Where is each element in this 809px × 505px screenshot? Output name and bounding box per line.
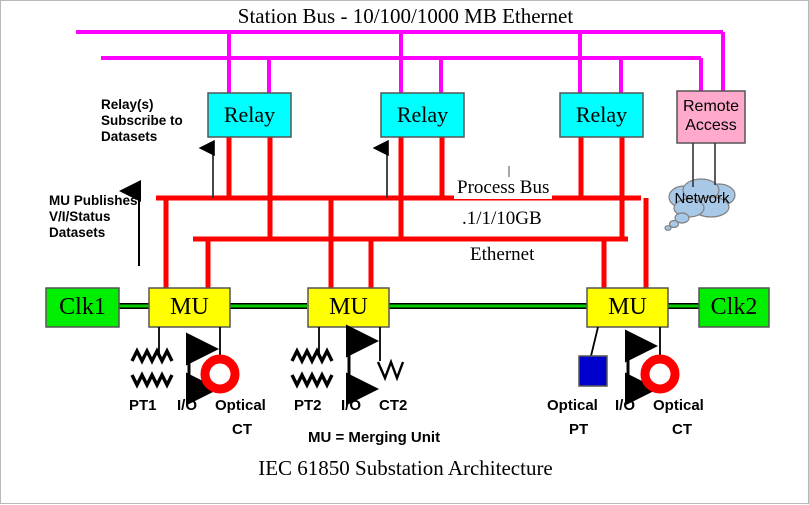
diagram-canvas: Station Bus - 10/100/1000 MB Ethernet Re…: [0, 0, 809, 504]
pt2-coil-upper: [290, 347, 334, 365]
optical-ct3-label-line2: CT: [672, 421, 692, 438]
merging-unit-legend: MU = Merging Unit: [308, 429, 441, 446]
ct2-symbol: [376, 358, 405, 382]
pt2-coil-lower: [290, 371, 334, 389]
io3-label: I/O: [615, 397, 636, 414]
pt2-symbol: [290, 347, 334, 389]
optical-ct3-ring: [640, 354, 680, 394]
relay-subscribe-note: Relay(s) Subscribe to Datasets: [101, 97, 183, 144]
cloud-tail-3: [664, 225, 672, 231]
mu2-box: [307, 287, 390, 328]
io1-label: I/O: [177, 397, 198, 414]
mu1-box: [148, 287, 231, 328]
optical-pt-label-line1: Optical: [547, 397, 598, 414]
diagram-caption: IEC 61850 Substation Architecture: [258, 456, 553, 480]
process-bus-label-line3: Ethernet: [467, 244, 538, 267]
relay2-box: [380, 92, 465, 138]
ct2-label: CT2: [379, 397, 408, 414]
mu-publish-note: MU Publishes V/I/Status Datasets: [49, 193, 138, 240]
process-bus-network: [156, 136, 649, 288]
io2-label: I/O: [341, 397, 362, 414]
clk2-box: [698, 287, 770, 328]
process-bus-label-line2: .1/1/10GB: [459, 208, 545, 231]
relay-boxes: [207, 92, 644, 138]
relay-subscribe-arrows: [198, 139, 389, 198]
relay1-box: [207, 92, 292, 138]
optical-ct1-label-line1: Optical: [215, 397, 266, 414]
optical-pt-symbol: [578, 355, 608, 387]
optical-ct1-label-line2: CT: [232, 421, 252, 438]
optical-ct1-ring: [200, 354, 240, 394]
pt1-symbol: [130, 347, 174, 389]
clk1-box: [45, 287, 120, 328]
optical-ct3-label-line1: Optical: [653, 397, 704, 414]
pt2-label: PT2: [294, 397, 322, 414]
relay3-box: [559, 92, 644, 138]
pt1-coil-upper: [130, 347, 174, 365]
mu3-box: [586, 287, 669, 328]
pt1-label: PT1: [129, 397, 157, 414]
station-bus-title: Station Bus - 10/100/1000 MB Ethernet: [237, 4, 574, 28]
station-bus-network: [76, 30, 725, 93]
mu3-sensor-leads: [590, 326, 661, 357]
process-bus-label-line1: Process Bus: [454, 177, 553, 200]
mu3-optical-pt-lead: [590, 326, 599, 357]
pt1-coil-lower: [130, 371, 174, 389]
network-cloud-shape: [664, 178, 736, 231]
remote-access-box: [676, 90, 746, 144]
optical-pt-label-line2: PT: [569, 421, 589, 438]
